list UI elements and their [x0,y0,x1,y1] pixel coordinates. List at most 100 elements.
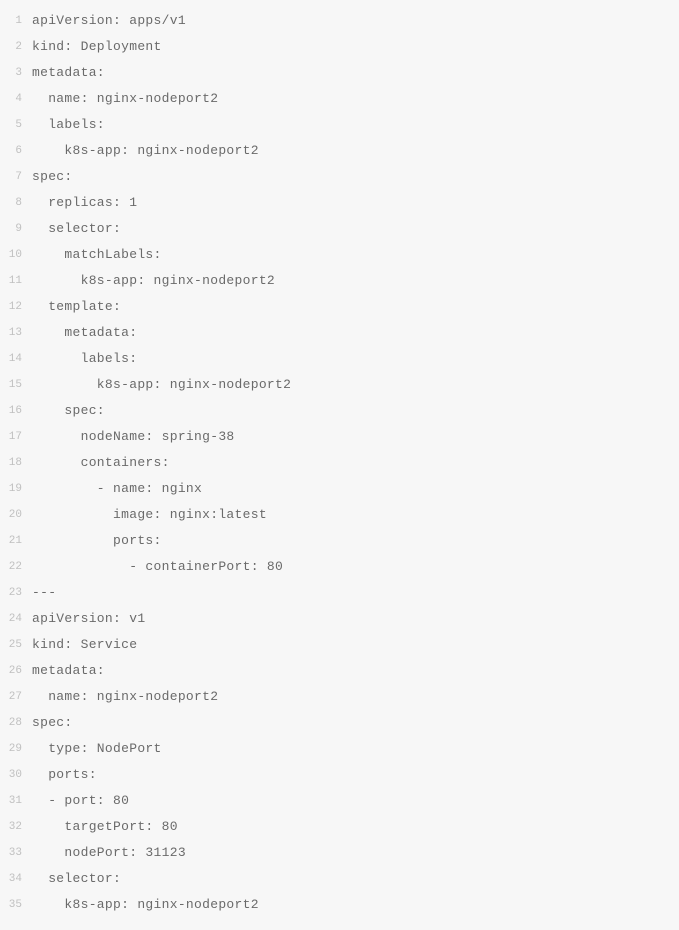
code-line: 4 name: nginx-nodeport2 [0,86,679,112]
line-number: 4 [0,86,32,112]
code-line: 1apiVersion: apps/v1 [0,8,679,34]
code-line: 34 selector: [0,866,679,892]
line-content: containers: [32,450,170,476]
line-number: 7 [0,164,32,190]
code-line: 30 ports: [0,762,679,788]
line-content: k8s-app: nginx-nodeport2 [32,372,291,398]
code-line: 2kind: Deployment [0,34,679,60]
line-content: - containerPort: 80 [32,554,283,580]
code-line: 17 nodeName: spring-38 [0,424,679,450]
line-content: spec: [32,710,73,736]
code-line: 6 k8s-app: nginx-nodeport2 [0,138,679,164]
code-line: 13 metadata: [0,320,679,346]
line-content: name: nginx-nodeport2 [32,86,218,112]
code-line: 23--- [0,580,679,606]
line-number: 34 [0,866,32,892]
line-number: 21 [0,528,32,554]
code-line: 32 targetPort: 80 [0,814,679,840]
line-content: ports: [32,762,97,788]
code-line: 5 labels: [0,112,679,138]
line-number: 15 [0,372,32,398]
code-line: 33 nodePort: 31123 [0,840,679,866]
line-number: 6 [0,138,32,164]
line-content: matchLabels: [32,242,162,268]
line-content: type: NodePort [32,736,162,762]
line-content: --- [32,580,56,606]
line-number: 1 [0,8,32,34]
line-content: k8s-app: nginx-nodeport2 [32,138,259,164]
code-line: 25kind: Service [0,632,679,658]
code-line: 10 matchLabels: [0,242,679,268]
code-line: 18 containers: [0,450,679,476]
line-number: 16 [0,398,32,424]
line-number: 18 [0,450,32,476]
line-content: apiVersion: v1 [32,606,145,632]
line-number: 31 [0,788,32,814]
line-content: apiVersion: apps/v1 [32,8,186,34]
line-number: 11 [0,268,32,294]
line-content: ports: [32,528,162,554]
line-content: selector: [32,866,121,892]
line-number: 24 [0,606,32,632]
code-line: 22 - containerPort: 80 [0,554,679,580]
code-line: 3metadata: [0,60,679,86]
line-content: labels: [32,112,105,138]
line-number: 3 [0,60,32,86]
code-line: 19 - name: nginx [0,476,679,502]
code-line: 21 ports: [0,528,679,554]
line-number: 13 [0,320,32,346]
line-content: metadata: [32,60,105,86]
line-number: 20 [0,502,32,528]
line-content: name: nginx-nodeport2 [32,684,218,710]
line-number: 32 [0,814,32,840]
line-content: kind: Deployment [32,34,162,60]
line-content: nodePort: 31123 [32,840,186,866]
code-line: 29 type: NodePort [0,736,679,762]
line-content: template: [32,294,121,320]
code-line: 15 k8s-app: nginx-nodeport2 [0,372,679,398]
line-number: 10 [0,242,32,268]
code-line: 14 labels: [0,346,679,372]
line-number: 29 [0,736,32,762]
line-content: k8s-app: nginx-nodeport2 [32,268,275,294]
line-number: 25 [0,632,32,658]
line-content: labels: [32,346,137,372]
code-block: 1apiVersion: apps/v12kind: Deployment3me… [0,8,679,918]
line-content: spec: [32,398,105,424]
line-content: - port: 80 [32,788,129,814]
line-number: 23 [0,580,32,606]
line-number: 26 [0,658,32,684]
line-number: 30 [0,762,32,788]
line-number: 27 [0,684,32,710]
code-line: 31 - port: 80 [0,788,679,814]
line-content: selector: [32,216,121,242]
line-number: 5 [0,112,32,138]
code-line: 35 k8s-app: nginx-nodeport2 [0,892,679,918]
line-content: - name: nginx [32,476,202,502]
code-line: 27 name: nginx-nodeport2 [0,684,679,710]
line-content: metadata: [32,320,137,346]
line-number: 33 [0,840,32,866]
line-content: k8s-app: nginx-nodeport2 [32,892,259,918]
line-number: 28 [0,710,32,736]
code-line: 12 template: [0,294,679,320]
line-content: image: nginx:latest [32,502,267,528]
code-line: 26metadata: [0,658,679,684]
line-number: 35 [0,892,32,918]
line-number: 22 [0,554,32,580]
line-number: 9 [0,216,32,242]
code-line: 20 image: nginx:latest [0,502,679,528]
line-content: kind: Service [32,632,137,658]
code-line: 28spec: [0,710,679,736]
line-content: nodeName: spring-38 [32,424,235,450]
code-line: 8 replicas: 1 [0,190,679,216]
line-number: 8 [0,190,32,216]
line-number: 17 [0,424,32,450]
line-content: metadata: [32,658,105,684]
line-content: targetPort: 80 [32,814,178,840]
line-number: 14 [0,346,32,372]
code-line: 9 selector: [0,216,679,242]
code-line: 11 k8s-app: nginx-nodeport2 [0,268,679,294]
code-line: 24apiVersion: v1 [0,606,679,632]
line-number: 12 [0,294,32,320]
